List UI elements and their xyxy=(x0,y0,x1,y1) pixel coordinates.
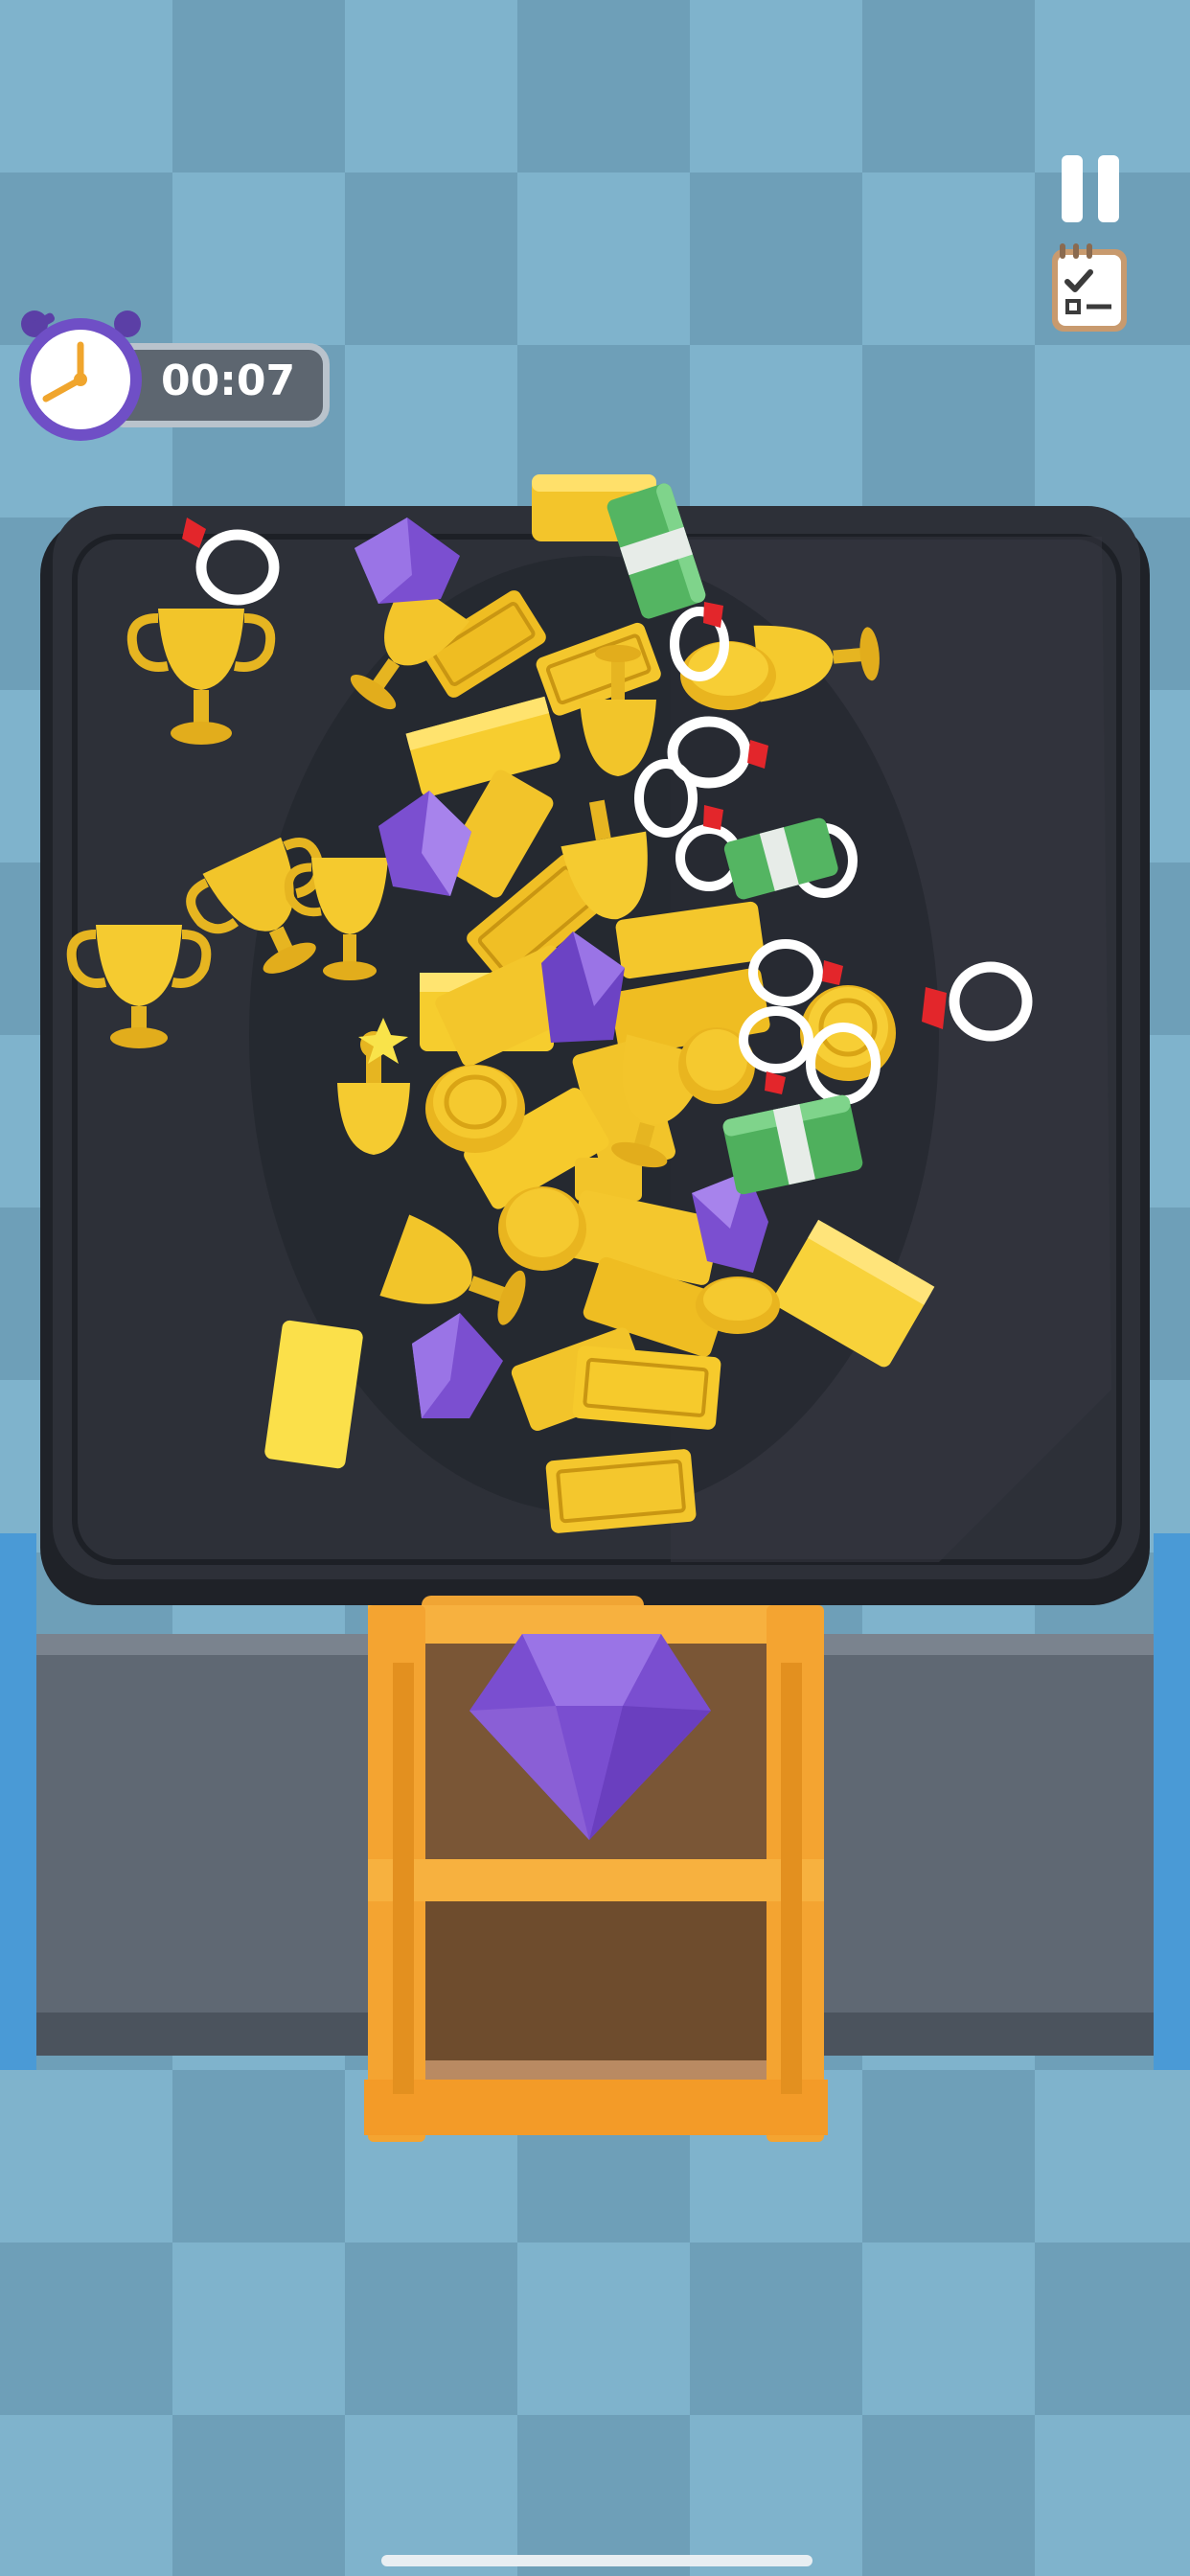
pause-button[interactable] xyxy=(1062,155,1123,222)
game-scene: 00:07 xyxy=(0,0,1190,2576)
right-rail xyxy=(1154,1533,1190,2070)
coin[interactable] xyxy=(425,1065,525,1153)
checklist-icon[interactable] xyxy=(1048,243,1131,335)
timer-text: 00:07 xyxy=(161,356,296,405)
gold-bar[interactable] xyxy=(572,1346,721,1431)
timer: 00:07 xyxy=(17,303,333,447)
pause-icon xyxy=(1062,155,1083,222)
home-indicator[interactable] xyxy=(381,2555,812,2566)
left-rail xyxy=(0,1533,36,2070)
coin[interactable] xyxy=(696,1276,780,1334)
coin[interactable] xyxy=(498,1186,586,1271)
gold-bar[interactable] xyxy=(545,1449,697,1534)
alarm-clock-icon xyxy=(19,310,142,441)
